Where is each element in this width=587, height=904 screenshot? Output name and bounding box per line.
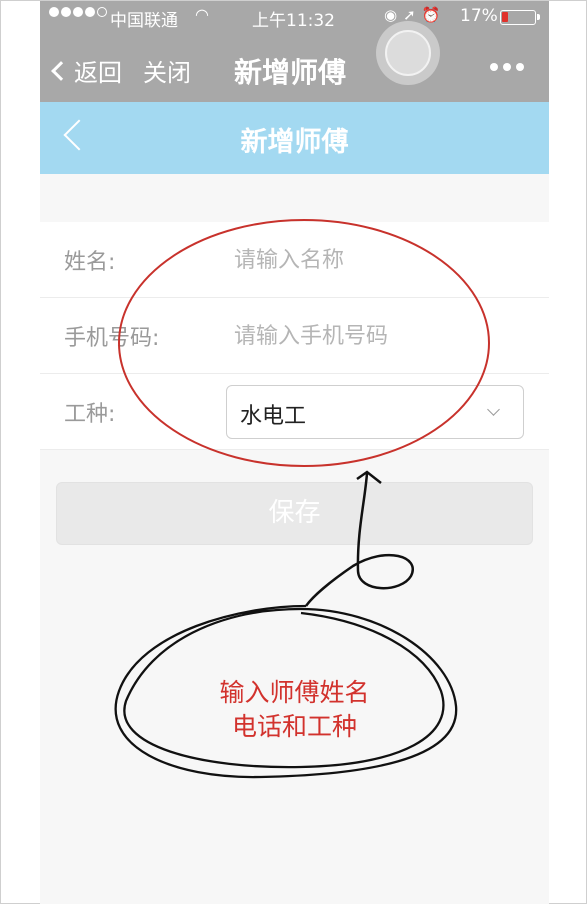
wechat-close-button[interactable]: 关闭	[143, 53, 191, 88]
trade-label: 工种:	[64, 402, 116, 427]
phone-screen: 中国联通 ◠ 上午11:32 ◉➚⏰ 17% 返回 关闭 新增师傅 新增师傅 姓…	[40, 1, 549, 904]
phone-row: 手机号码:	[40, 298, 549, 374]
save-button[interactable]: 保存	[56, 482, 533, 545]
chevron-left-icon	[51, 60, 71, 81]
screenshot-canvas: 中国联通 ◠ 上午11:32 ◉➚⏰ 17% 返回 关闭 新增师傅 新增师傅 姓…	[0, 0, 587, 904]
assistive-touch-button[interactable]	[376, 21, 440, 85]
page-title: 新增师傅	[240, 127, 349, 158]
battery-icon	[500, 10, 540, 25]
chevron-down-icon	[487, 403, 500, 416]
trade-select[interactable]: 水电工	[226, 385, 524, 439]
wechat-nav-row: 返回 关闭 新增师傅	[40, 45, 549, 95]
annotation-line-2: 电话和工种	[231, 712, 357, 741]
status-bar: 中国联通 ◠ 上午11:32 ◉➚⏰ 17%	[40, 1, 549, 33]
wechat-back-button[interactable]: 返回	[51, 53, 122, 88]
wechat-top-bar: 中国联通 ◠ 上午11:32 ◉➚⏰ 17% 返回 关闭 新增师傅	[40, 1, 549, 102]
wechat-title: 新增师傅	[234, 56, 347, 89]
name-label: 姓名:	[64, 250, 116, 275]
page-header: 新增师傅	[40, 102, 549, 174]
name-input[interactable]	[234, 242, 524, 278]
signal-strength-icon	[49, 7, 107, 17]
trade-selected-value: 水电工	[240, 404, 307, 429]
more-options-icon[interactable]	[490, 63, 524, 71]
carrier-name: 中国联通	[110, 11, 178, 31]
status-time: 上午11:32	[252, 11, 335, 31]
phone-input[interactable]	[234, 318, 524, 354]
battery-percent: 17%	[460, 6, 498, 26]
trade-row: 工种: 水电工	[40, 374, 549, 450]
back-label: 返回	[74, 59, 122, 87]
name-row: 姓名:	[40, 222, 549, 298]
wifi-icon: ◠	[195, 5, 209, 24]
phone-label: 手机号码:	[64, 326, 160, 351]
annotation-line-1: 输入师傅姓名	[219, 678, 370, 707]
add-worker-form: 姓名: 手机号码: 工种: 水电工	[40, 222, 549, 450]
